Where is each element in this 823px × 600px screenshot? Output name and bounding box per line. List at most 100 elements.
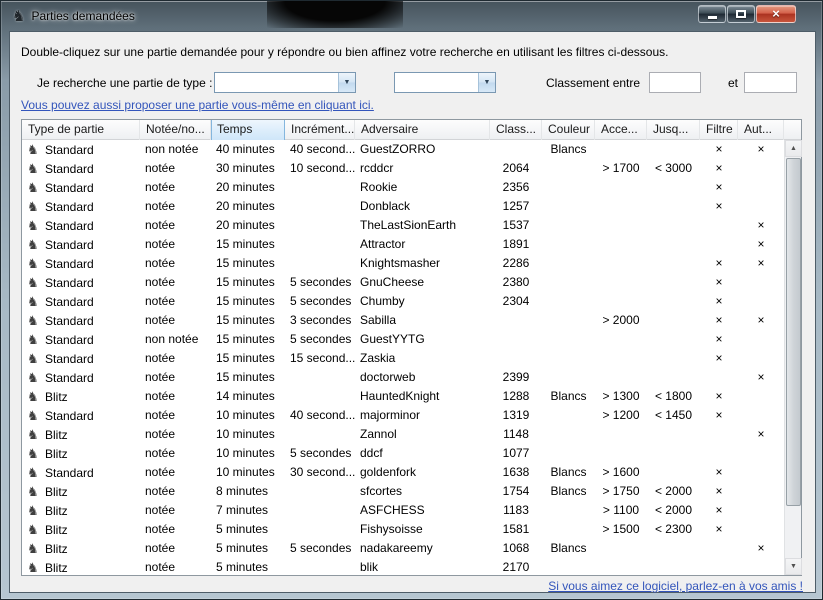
game-speed-select[interactable]: ▼ bbox=[394, 72, 496, 93]
close-button[interactable]: × bbox=[756, 5, 796, 23]
chevron-down-icon[interactable]: ▼ bbox=[338, 73, 355, 92]
table-row[interactable]: ♞Blitznotée5 minutesblik2170 bbox=[22, 558, 784, 575]
column-header-5[interactable]: Adversaire bbox=[355, 120, 490, 140]
scroll-down-button[interactable]: ▼ bbox=[785, 558, 802, 575]
table-row[interactable]: ♞Standardnotée20 minutesDonblack1257× bbox=[22, 197, 784, 216]
knight-icon: ♞ bbox=[27, 216, 42, 235]
game-type-text: Standard bbox=[45, 333, 94, 347]
column-header-2[interactable]: Notée/no... bbox=[140, 120, 211, 140]
cell-11 bbox=[738, 444, 784, 463]
table-row[interactable]: ♞Blitznotée7 minutesASFCHESS1183> 1100< … bbox=[22, 501, 784, 520]
game-type-text: Standard bbox=[45, 181, 94, 195]
game-type-text: Standard bbox=[45, 352, 94, 366]
cell-5: rcddcr bbox=[355, 159, 490, 178]
column-header-6[interactable]: Class... bbox=[490, 120, 542, 140]
share-link[interactable]: Si vous aimez ce logiciel, parlez-en à v… bbox=[548, 579, 803, 593]
game-type-text: Blitz bbox=[45, 485, 68, 499]
cell-4: 5 secondes bbox=[285, 539, 355, 558]
scroll-up-button[interactable]: ▲ bbox=[785, 140, 802, 157]
cell-1: ♞Blitz bbox=[22, 501, 140, 520]
cell-10: × bbox=[700, 349, 738, 368]
knight-icon: ♞ bbox=[27, 444, 42, 463]
cell-1: ♞Blitz bbox=[22, 558, 140, 575]
rating-min-input[interactable] bbox=[649, 72, 701, 93]
cell-3: 5 minutes bbox=[211, 520, 285, 539]
cell-6: 1638 bbox=[490, 463, 542, 482]
table-row[interactable]: ♞Blitznotée10 minutesZannol1148× bbox=[22, 425, 784, 444]
table-row[interactable]: ♞Standardnotée15 minutesAttractor1891× bbox=[22, 235, 784, 254]
cell-1: ♞Blitz bbox=[22, 425, 140, 444]
cell-10: × bbox=[700, 520, 738, 539]
cell-5: Fishysoisse bbox=[355, 520, 490, 539]
cell-2: notée bbox=[140, 425, 211, 444]
column-header-3[interactable]: Temps bbox=[211, 120, 285, 140]
cell-2: notée bbox=[140, 178, 211, 197]
column-header-8[interactable]: Acce... bbox=[595, 120, 647, 140]
column-header-7[interactable]: Couleur bbox=[542, 120, 595, 140]
table-row[interactable]: ♞Blitznotée8 minutessfcortes1754Blancs> … bbox=[22, 482, 784, 501]
cell-9 bbox=[647, 140, 700, 159]
table-row[interactable]: ♞Standardnotée20 minutesTheLastSionEarth… bbox=[22, 216, 784, 235]
column-header-10[interactable]: Filtre bbox=[700, 120, 738, 140]
column-header-4[interactable]: Incrément... bbox=[285, 120, 355, 140]
table-row[interactable]: ♞Standardnotée30 minutes10 second...rcdd… bbox=[22, 159, 784, 178]
cell-7 bbox=[542, 349, 595, 368]
cell-8 bbox=[595, 368, 647, 387]
maximize-button[interactable] bbox=[727, 5, 755, 23]
cell-7 bbox=[542, 235, 595, 254]
minimize-button[interactable] bbox=[698, 5, 726, 23]
cell-2: notée bbox=[140, 387, 211, 406]
cell-2: notée bbox=[140, 463, 211, 482]
table-row[interactable]: ♞Standardnotée15 minutes15 second...Zask… bbox=[22, 349, 784, 368]
cell-11 bbox=[738, 159, 784, 178]
table-row[interactable]: ♞Standardnotée20 minutesRookie2356× bbox=[22, 178, 784, 197]
scrollbar[interactable]: ▲ ▼ bbox=[784, 140, 801, 575]
table-row[interactable]: ♞Standardnotée10 minutes40 second...majo… bbox=[22, 406, 784, 425]
cell-3: 5 minutes bbox=[211, 539, 285, 558]
cell-6: 1257 bbox=[490, 197, 542, 216]
game-type-text: Standard bbox=[45, 409, 94, 423]
cell-10 bbox=[700, 216, 738, 235]
table-row[interactable]: ♞Standardnotée15 minutes3 secondesSabill… bbox=[22, 311, 784, 330]
cell-11: × bbox=[738, 425, 784, 444]
cell-1: ♞Blitz bbox=[22, 444, 140, 463]
game-type-text: Standard bbox=[45, 257, 94, 271]
cell-7 bbox=[542, 425, 595, 444]
cell-5: ASFCHESS bbox=[355, 501, 490, 520]
column-header-1[interactable]: Type de partie bbox=[22, 120, 140, 140]
table-row[interactable]: ♞Standardnotée15 minutesKnightsmasher228… bbox=[22, 254, 784, 273]
knight-icon: ♞ bbox=[27, 159, 42, 178]
knight-icon: ♞ bbox=[27, 463, 42, 482]
table-row[interactable]: ♞Standardnotée15 minutesdoctorweb2399× bbox=[22, 368, 784, 387]
table-row[interactable]: ♞Blitznotée5 minutes5 secondesnadakareem… bbox=[22, 539, 784, 558]
cell-1: ♞Standard bbox=[22, 273, 140, 292]
table-row[interactable]: ♞Standardnon notée15 minutes5 secondesGu… bbox=[22, 330, 784, 349]
cell-6: 1581 bbox=[490, 520, 542, 539]
knight-icon: ♞ bbox=[27, 406, 42, 425]
column-header-11[interactable]: Aut... bbox=[738, 120, 784, 140]
rating-max-input[interactable] bbox=[744, 72, 797, 93]
table-row[interactable]: ♞Standardnotée15 minutes5 secondesGnuChe… bbox=[22, 273, 784, 292]
table-row[interactable]: ♞Blitznotée10 minutes5 secondesddcf1077 bbox=[22, 444, 784, 463]
cell-10 bbox=[700, 444, 738, 463]
propose-game-link[interactable]: Vous pouvez aussi proposer une partie vo… bbox=[21, 98, 374, 112]
cell-6: 2399 bbox=[490, 368, 542, 387]
chevron-down-icon[interactable]: ▼ bbox=[478, 73, 495, 92]
column-header-9[interactable]: Jusq... bbox=[647, 120, 700, 140]
cell-4 bbox=[285, 235, 355, 254]
table-row[interactable]: ♞Standardnotée10 minutes30 second...gold… bbox=[22, 463, 784, 482]
knight-icon: ♞ bbox=[27, 558, 42, 575]
cell-11: × bbox=[738, 311, 784, 330]
table-row[interactable]: ♞Blitznotée14 minutesHauntedKnight1288Bl… bbox=[22, 387, 784, 406]
table-row[interactable]: ♞Standardnotée15 minutes5 secondesChumby… bbox=[22, 292, 784, 311]
cell-4 bbox=[285, 520, 355, 539]
cell-1: ♞Standard bbox=[22, 216, 140, 235]
scrollbar-thumb[interactable] bbox=[786, 158, 801, 506]
and-label: et bbox=[728, 76, 738, 90]
game-type-text: Standard bbox=[45, 162, 94, 176]
game-type-select[interactable]: ▼ bbox=[214, 72, 356, 93]
cell-2: notée bbox=[140, 520, 211, 539]
table-row[interactable]: ♞Standardnon notée40 minutes40 second...… bbox=[22, 140, 784, 159]
table-row[interactable]: ♞Blitznotée5 minutesFishysoisse1581> 150… bbox=[22, 520, 784, 539]
cell-11: × bbox=[738, 254, 784, 273]
